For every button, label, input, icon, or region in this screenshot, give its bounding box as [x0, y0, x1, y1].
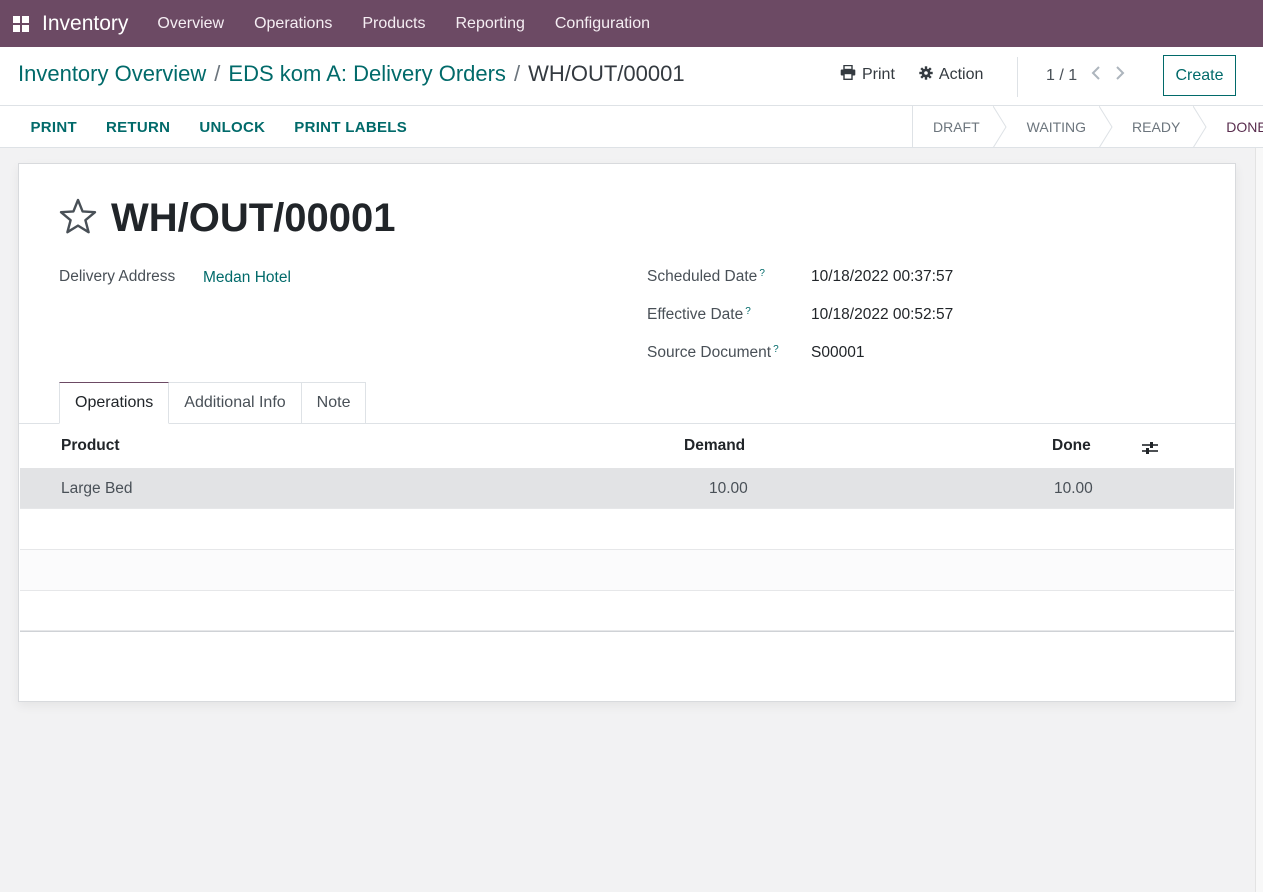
button-bar: PRINT RETURN UNLOCK PRINT LABELS DRAFT W… [0, 105, 1263, 148]
table-header: Product Demand Done [19, 424, 1235, 468]
create-button[interactable]: Create [1163, 55, 1236, 96]
scheduled-date-value: 10/18/2022 00:37:57 [811, 268, 954, 285]
print-button[interactable]: PRINT [16, 119, 92, 136]
scheduled-date-label-text: Scheduled Date [647, 268, 758, 285]
breadcrumb-separator: / [214, 61, 221, 86]
breadcrumb: Inventory Overview / EDS kom A: Delivery… [18, 61, 685, 87]
nav-item-operations[interactable]: Operations [239, 15, 347, 33]
app-brand[interactable]: Inventory [42, 12, 128, 36]
delivery-address-value[interactable]: Medan Hotel [203, 269, 291, 287]
pager-value[interactable]: 1 / 1 [1046, 67, 1077, 85]
optional-columns-icon[interactable] [1141, 440, 1159, 461]
notebook-tabs: Operations Additional Info Note [59, 382, 367, 424]
breadcrumb-separator: / [513, 61, 521, 86]
breadcrumb-delivery-orders[interactable]: EDS kom A: Delivery Orders [228, 61, 506, 87]
status-ready[interactable]: READY [1106, 106, 1207, 148]
effective-date-value: 10/18/2022 00:52:57 [811, 306, 954, 323]
source-document-value: S00001 [811, 344, 865, 361]
chevron-left-icon[interactable] [1091, 66, 1101, 85]
help-icon[interactable]: ? [745, 306, 751, 317]
empty-row [20, 550, 1234, 591]
source-document-label-text: Source Document [647, 344, 772, 361]
column-product[interactable]: Product [61, 437, 120, 455]
cell-product: Large Bed [61, 480, 133, 497]
control-panel: Inventory Overview / EDS kom A: Delivery… [0, 47, 1263, 148]
tab-note[interactable]: Note [301, 382, 367, 424]
tab-operations[interactable]: Operations [59, 382, 170, 424]
nav-item-products[interactable]: Products [347, 15, 440, 33]
print-labels-button[interactable]: PRINT LABELS [280, 119, 422, 136]
status-draft[interactable]: DRAFT [913, 106, 1007, 148]
status-done: DONE [1200, 106, 1263, 148]
delivery-address-label: Delivery Address [59, 268, 176, 285]
table-footer-line [20, 631, 1234, 632]
cell-done: 10.00 [1054, 480, 1093, 497]
nav-item-overview[interactable]: Overview [142, 15, 239, 33]
column-done[interactable]: Done [1052, 437, 1091, 455]
empty-row [20, 590, 1234, 631]
printer-icon [840, 64, 856, 85]
cell-demand: 10.00 [709, 480, 748, 497]
control-panel-actions: Print Action [840, 64, 984, 85]
gear-icon [919, 65, 933, 85]
pager: 1 / 1 [1046, 66, 1125, 85]
tab-additional-info[interactable]: Additional Info [169, 382, 302, 424]
top-navbar: Inventory Overview Operations Products R… [0, 0, 1263, 47]
effective-date-label-text: Effective Date [647, 306, 744, 323]
action-label: Action [938, 66, 984, 83]
column-demand[interactable]: Demand [684, 437, 745, 455]
breadcrumb-inventory-overview[interactable]: Inventory Overview [18, 61, 206, 87]
scrollbar[interactable] [1255, 148, 1263, 892]
form-sheet: WH/OUT/00001 Delivery Address Medan Hote… [18, 163, 1236, 702]
breadcrumb-current: WH/OUT/00001 [528, 61, 685, 86]
chevron-right-icon[interactable] [1115, 66, 1125, 85]
print-dropdown[interactable]: Print [840, 64, 895, 85]
divider [1017, 57, 1018, 97]
scheduled-date-label: Scheduled Date? [647, 268, 765, 286]
help-icon[interactable]: ? [773, 344, 779, 355]
nav-item-reporting[interactable]: Reporting [440, 15, 539, 33]
status-draft-label: DRAFT [933, 119, 980, 135]
status-waiting[interactable]: WAITING [1000, 106, 1113, 148]
action-dropdown[interactable]: Action [919, 65, 984, 85]
table-row[interactable]: Large Bed 10.00 10.00 [20, 468, 1234, 509]
print-label: Print [862, 66, 895, 83]
status-waiting-label: WAITING [1026, 119, 1087, 135]
apps-grid-icon[interactable] [0, 0, 42, 47]
source-document-label: Source Document? [647, 344, 779, 362]
status-ready-label: READY [1132, 119, 1181, 135]
nav-item-configuration[interactable]: Configuration [540, 15, 665, 33]
form-buttons: PRINT RETURN UNLOCK PRINT LABELS [16, 106, 422, 148]
title-row: WH/OUT/00001 [59, 196, 396, 241]
empty-row [20, 509, 1234, 550]
effective-date-label: Effective Date? [647, 306, 751, 324]
return-button[interactable]: RETURN [92, 119, 185, 136]
status-done-label: DONE [1226, 119, 1263, 135]
unlock-button[interactable]: UNLOCK [185, 119, 280, 136]
status-bar: DRAFT WAITING READY DONE [912, 106, 1263, 148]
help-icon[interactable]: ? [759, 268, 765, 279]
star-icon[interactable] [59, 198, 97, 239]
record-title: WH/OUT/00001 [111, 196, 396, 240]
